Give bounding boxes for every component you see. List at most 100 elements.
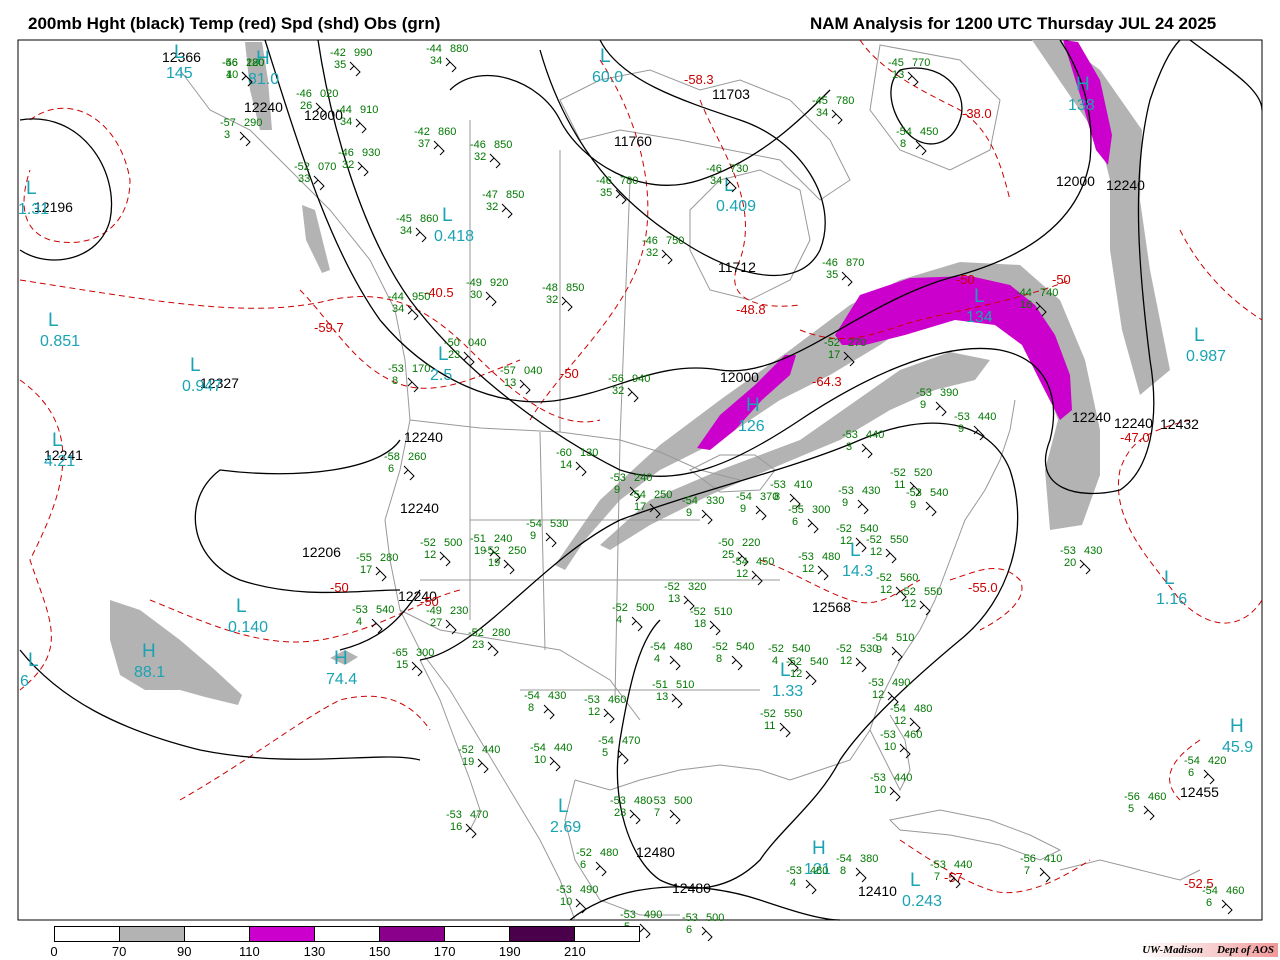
wind-barb bbox=[355, 118, 367, 134]
obs-dewpoint-depression: 32 bbox=[486, 201, 498, 213]
wind-barb bbox=[357, 161, 369, 177]
obs-dewpoint-depression: 8 bbox=[716, 653, 722, 665]
low-symbol: L bbox=[442, 205, 453, 226]
obs-temperature: -47 bbox=[482, 189, 498, 201]
low-symbol: L bbox=[1194, 325, 1205, 346]
obs-temperature: -54 bbox=[598, 735, 614, 747]
wind-barb bbox=[371, 618, 383, 634]
obs-dewpoint-depression: 13 bbox=[892, 69, 904, 81]
obs-dewpoint-depression: 6 bbox=[686, 924, 692, 936]
wind-barb bbox=[629, 809, 641, 825]
height-label: 12480 bbox=[672, 880, 711, 896]
wind-barb bbox=[751, 570, 763, 586]
obs-height: 280 bbox=[492, 627, 510, 639]
obs-temperature: -53 bbox=[906, 487, 922, 499]
temperature-label: -47.0 bbox=[1120, 430, 1150, 445]
obs-temperature: -52 bbox=[876, 572, 892, 584]
obs-temperature: -53 bbox=[786, 865, 802, 877]
obs-temperature: -56 bbox=[1020, 853, 1036, 865]
obs-dewpoint-depression: 35 bbox=[334, 59, 346, 71]
wind-barb bbox=[731, 655, 743, 671]
obs-height: 430 bbox=[1084, 545, 1102, 557]
height-label: 12432 bbox=[1160, 416, 1199, 432]
obs-temperature: -54 bbox=[650, 641, 666, 653]
extreme-value: 0.418 bbox=[434, 228, 474, 245]
wind-barb bbox=[487, 641, 499, 657]
low-symbol: L bbox=[48, 310, 59, 331]
obs-dewpoint-depression: 7 bbox=[934, 871, 940, 883]
obs-dewpoint-depression: 12 bbox=[736, 568, 748, 580]
obs-height: 750 bbox=[666, 235, 684, 247]
jet-gray-pacific bbox=[110, 600, 242, 705]
low-symbol: L bbox=[974, 286, 985, 307]
obs-dewpoint-depression: 17 bbox=[634, 501, 646, 513]
wind-barb bbox=[925, 501, 937, 517]
obs-temperature: -49 bbox=[466, 277, 482, 289]
obs-temperature: -54 bbox=[736, 491, 752, 503]
obs-dewpoint-depression: 9 bbox=[876, 644, 882, 656]
height-contour-12432 bbox=[1189, 39, 1263, 111]
wind-barb bbox=[561, 296, 573, 312]
wind-barb bbox=[617, 749, 629, 765]
extreme-value: 138 bbox=[1068, 97, 1095, 114]
obs-temperature: -54 bbox=[526, 518, 542, 530]
weather-map: 1236612240 120001219612327122411224012240… bbox=[17, 39, 1263, 942]
legend-tick-label: 90 bbox=[176, 944, 192, 959]
wind-barb bbox=[445, 57, 457, 73]
extreme-value: 1.31 bbox=[18, 201, 49, 218]
obs-dewpoint-depression: 12 bbox=[424, 549, 436, 561]
obs-height: 480 bbox=[674, 641, 692, 653]
obs-height: 540 bbox=[792, 643, 810, 655]
obs-dewpoint-depression: 34 bbox=[816, 107, 828, 119]
obs-temperature: -52 bbox=[786, 656, 802, 668]
obs-dewpoint-depression: 23 bbox=[448, 349, 460, 361]
obs-temperature: -52 bbox=[690, 606, 706, 618]
obs-height: 120 bbox=[246, 57, 264, 69]
obs-temperature: -53 bbox=[650, 795, 666, 807]
obs-temperature: -46 bbox=[296, 88, 312, 100]
obs-height: 540 bbox=[376, 604, 394, 616]
obs-height: 070 bbox=[318, 161, 336, 173]
obs-dewpoint-depression: 9 bbox=[530, 530, 536, 542]
obs-height: 490 bbox=[644, 909, 662, 921]
temp-contour bbox=[23, 107, 131, 243]
low-symbol: L bbox=[26, 178, 37, 199]
obs-temperature: -53 bbox=[770, 479, 786, 491]
extreme-value: 2.69 bbox=[550, 819, 581, 836]
obs-dewpoint-depression: 30 bbox=[470, 289, 482, 301]
obs-temperature: -52 bbox=[836, 643, 852, 655]
obs-dewpoint-depression: 16 bbox=[1020, 299, 1032, 311]
high-symbol: H bbox=[334, 648, 348, 669]
obs-temperature: -53 bbox=[352, 604, 368, 616]
obs-dewpoint-depression: 12 bbox=[894, 715, 906, 727]
caribbean bbox=[1059, 859, 1201, 881]
extreme-value: 0.987 bbox=[1186, 348, 1226, 365]
obs-temperature: -65 bbox=[392, 647, 408, 659]
legend-tick-label: 110 bbox=[238, 944, 260, 959]
obs-height: 460 bbox=[1226, 885, 1244, 897]
obs-height: 410 bbox=[794, 479, 812, 491]
wind-barb bbox=[919, 600, 931, 616]
obs-dewpoint-depression: 4 bbox=[790, 877, 796, 889]
obs-temperature: -52 bbox=[712, 641, 728, 653]
obs-dewpoint-depression: 20 bbox=[1064, 557, 1076, 569]
obs-height: 330 bbox=[706, 495, 724, 507]
obs-dewpoint-depression: 11 bbox=[764, 720, 775, 732]
obs-temperature: -49 bbox=[426, 605, 442, 617]
height-label: 11760 bbox=[614, 133, 652, 149]
obs-dewpoint-depression: 9 bbox=[910, 499, 916, 511]
obs-dewpoint-depression: 7 bbox=[1024, 865, 1030, 877]
obs-height: 280 bbox=[380, 552, 398, 564]
legend-tick-label: 170 bbox=[433, 944, 456, 959]
obs-dewpoint-depression: 13 bbox=[668, 593, 680, 605]
obs-dewpoint-depression: 4 bbox=[356, 616, 362, 628]
wind-barb bbox=[603, 708, 615, 724]
obs-height: 510 bbox=[676, 679, 694, 691]
temperature-label: -58.3 bbox=[684, 72, 714, 87]
obs-temperature: -46 bbox=[822, 257, 838, 269]
obs-temperature: -53 bbox=[682, 912, 698, 924]
wind-barb bbox=[701, 926, 713, 942]
obs-height: 480 bbox=[914, 703, 932, 715]
obs-dewpoint-depression: 4 bbox=[772, 655, 778, 667]
temp-contour bbox=[899, 839, 1091, 894]
